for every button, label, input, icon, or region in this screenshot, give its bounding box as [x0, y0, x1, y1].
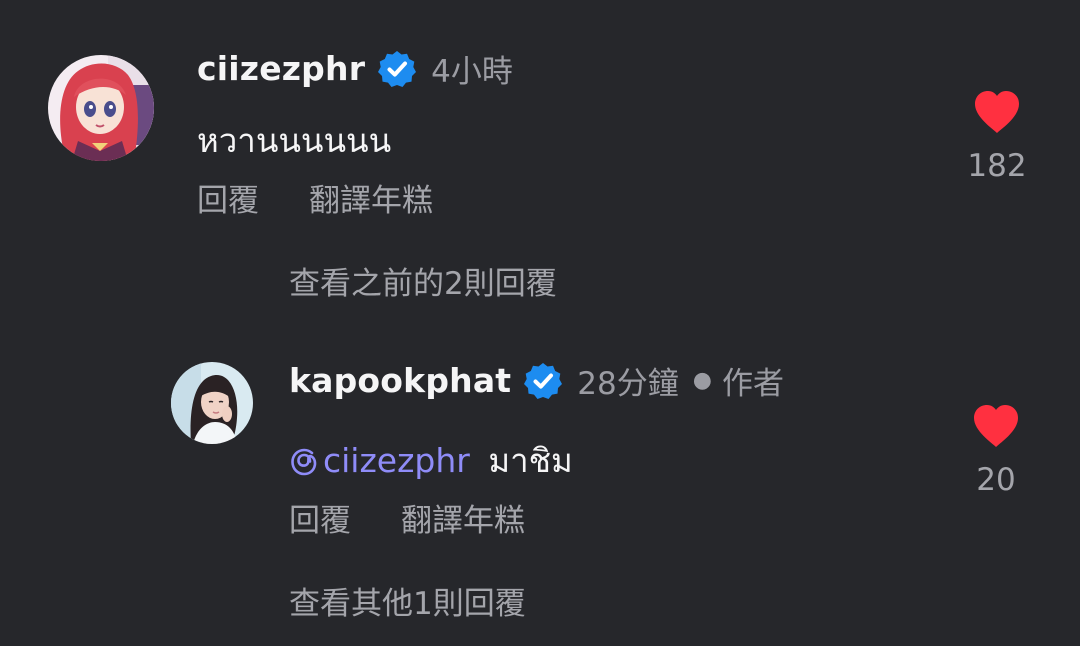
verified-badge-icon	[377, 49, 417, 89]
avatar[interactable]	[171, 362, 253, 444]
comment-header: ciizezphr 4小時	[197, 46, 513, 91]
like-block: 20	[956, 404, 1036, 498]
translate-button[interactable]: 翻譯年糕	[309, 175, 433, 220]
reply-message: มาชิม	[488, 441, 573, 480]
timestamp: 28分鐘	[577, 366, 679, 402]
reply-text: ciizezphr มาชิม	[289, 434, 573, 487]
view-more-replies-link[interactable]: 查看其他1則回覆	[289, 578, 526, 623]
like-block: 182	[957, 90, 1037, 184]
reply-button[interactable]: 回覆	[289, 495, 351, 540]
like-count: 182	[967, 148, 1027, 184]
reply-actions: 回覆 翻譯年糕	[289, 495, 525, 540]
heart-filled-icon[interactable]	[972, 404, 1020, 448]
comment-actions: 回覆 翻譯年糕	[197, 175, 433, 220]
separator-dot: ●	[692, 368, 712, 393]
heart-filled-icon[interactable]	[973, 90, 1021, 134]
mention-username: ciizezphr	[323, 441, 470, 480]
timestamp: 4小時	[431, 54, 513, 90]
avatar[interactable]	[48, 55, 154, 161]
username[interactable]: ciizezphr	[197, 49, 365, 88]
reply-item: kapookphat 28分鐘 ● 作者 ciizezphr มาชิม 回覆 …	[0, 340, 1080, 640]
reply-header: kapookphat 28分鐘 ● 作者	[289, 358, 784, 403]
author-badge: 作者	[721, 366, 784, 402]
reply-button[interactable]: 回覆	[197, 175, 259, 220]
translate-button[interactable]: 翻譯年糕	[401, 495, 525, 540]
comment-text: หวานนนนนน	[197, 121, 392, 160]
mention-link[interactable]: ciizezphr	[289, 441, 470, 480]
view-previous-replies-link[interactable]: 查看之前的2則回覆	[289, 258, 557, 303]
like-count: 20	[976, 462, 1016, 498]
username[interactable]: kapookphat	[289, 361, 511, 400]
comment-item: ciizezphr 4小時 หวานนนนนน 回覆 翻譯年糕 182 查看之前…	[0, 0, 1080, 310]
verified-badge-icon	[523, 361, 563, 401]
threads-mention-icon	[289, 446, 319, 485]
